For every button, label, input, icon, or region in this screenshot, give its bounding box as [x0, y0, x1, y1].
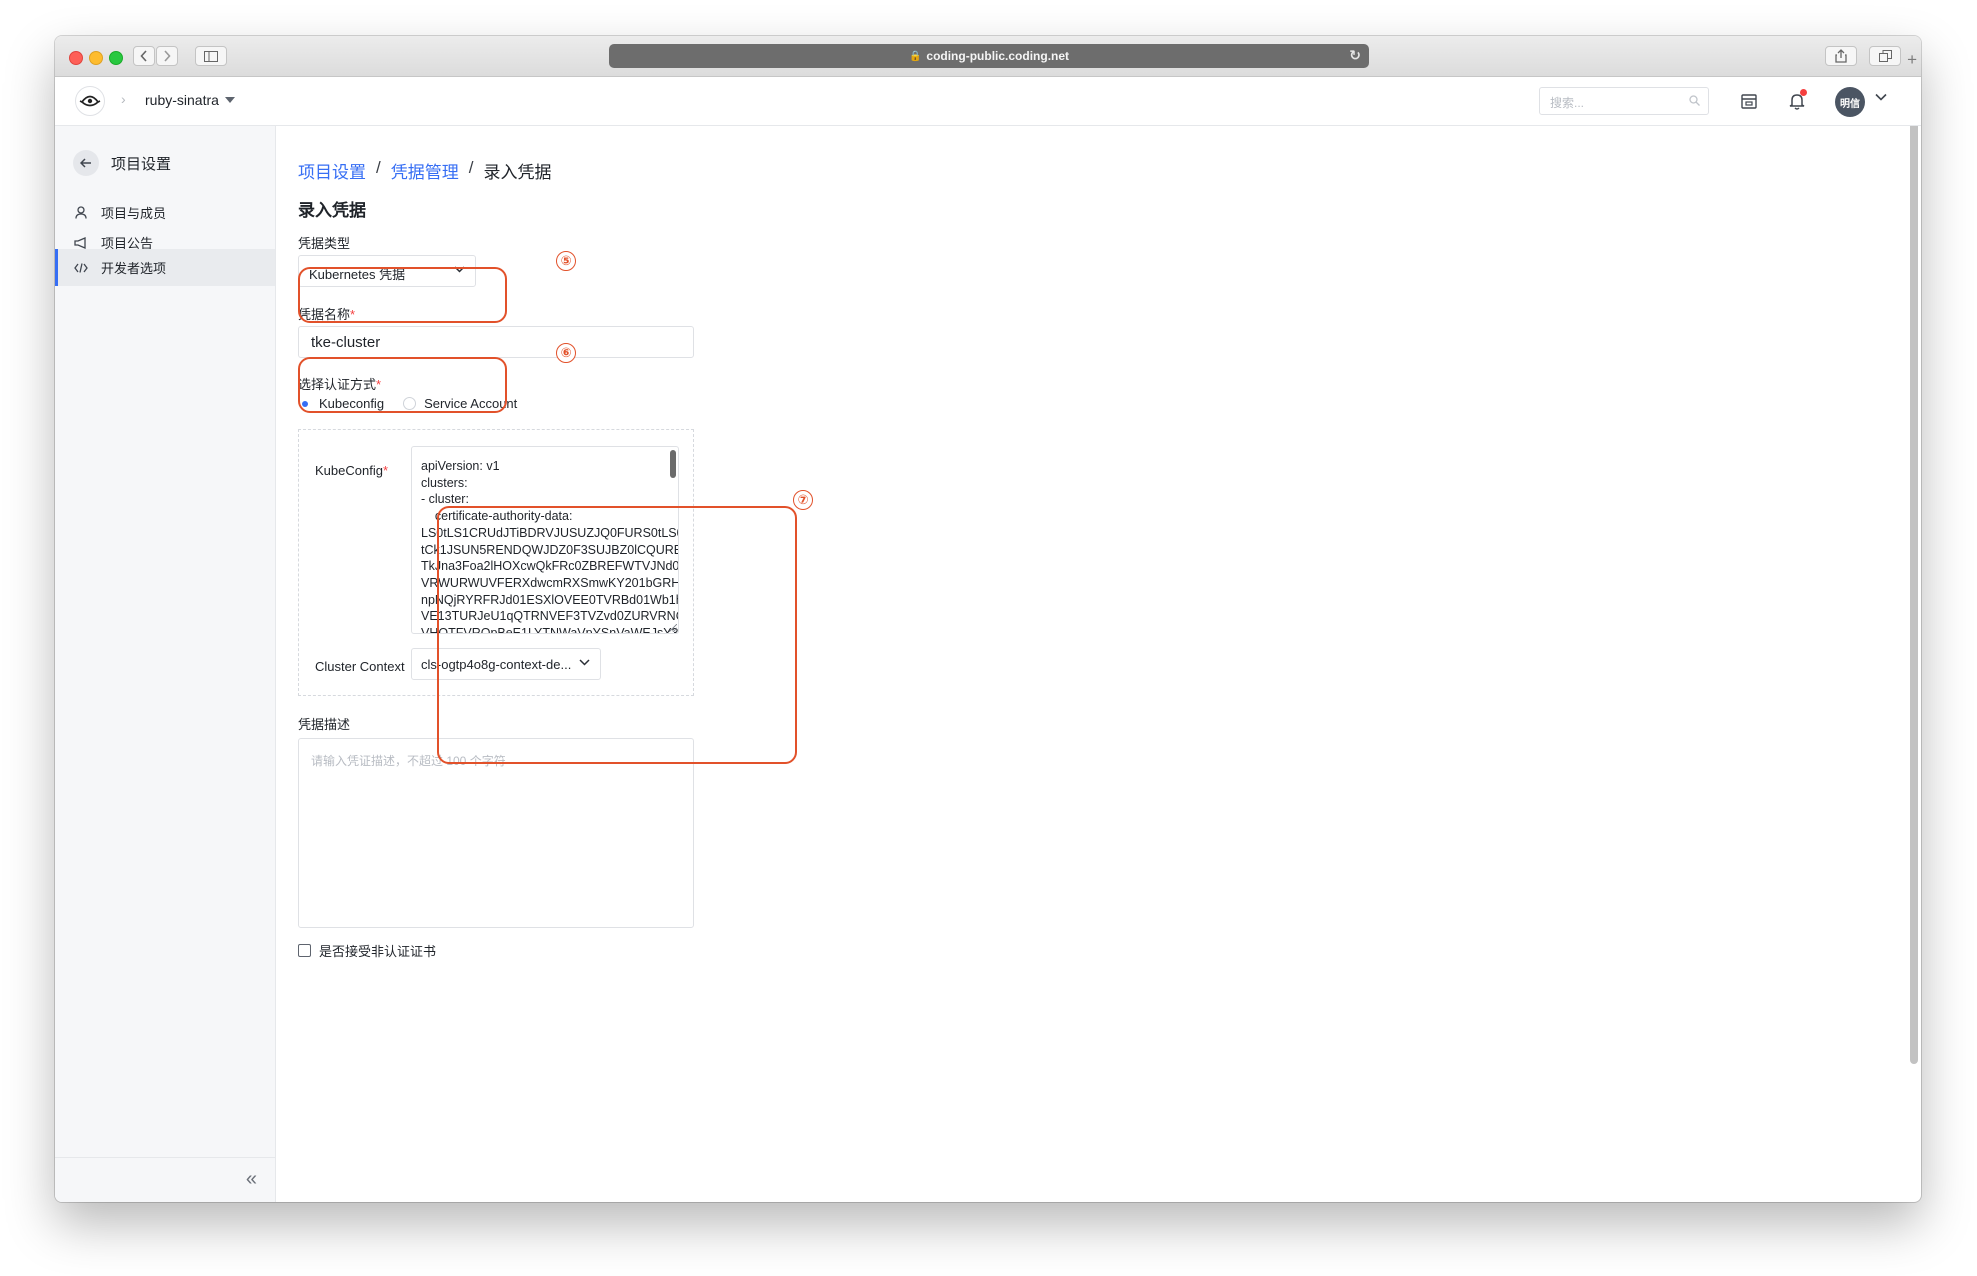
- description-textarea[interactable]: 请输入凭证描述，不超过 100 个字符: [298, 738, 694, 928]
- sidebar-title: 项目设置: [111, 155, 172, 173]
- notification-dot: [1800, 89, 1807, 96]
- annotation-box-6: [298, 357, 507, 413]
- user-icon: [73, 205, 89, 221]
- collapse-sidebar-icon[interactable]: «: [246, 1168, 257, 1191]
- sidebar-header: 项目设置: [73, 150, 171, 176]
- window-maximize-button[interactable]: [109, 51, 123, 65]
- accept-cert-row: 是否接受非认证证书: [298, 941, 436, 960]
- app-header: › ruby-sinatra 搜索... 明信: [55, 77, 1921, 126]
- accept-cert-label[interactable]: 是否接受非认证证书: [319, 941, 436, 960]
- sidebar-footer: «: [55, 1157, 275, 1202]
- address-bar-url: coding-public.coding.net: [926, 49, 1070, 63]
- credential-name-input[interactable]: tke-cluster: [298, 326, 694, 358]
- lock-icon: 🔒: [908, 50, 922, 62]
- breadcrumb-current: 录入凭据: [483, 163, 552, 182]
- browser-forward-button[interactable]: [156, 46, 178, 66]
- annotation-number-7: ⑦: [793, 490, 813, 510]
- breadcrumb-separator: /: [468, 158, 474, 177]
- project-switcher[interactable]: ruby-sinatra: [145, 92, 235, 108]
- annotation-box-7: [437, 506, 797, 764]
- annotation-box-5: [298, 267, 507, 323]
- sidebar-item-developer-options[interactable]: 开发者选项: [55, 249, 275, 286]
- tabs-overview-button[interactable]: [1869, 46, 1901, 66]
- search-icon: [1689, 95, 1700, 106]
- chevron-left-icon: [140, 50, 147, 62]
- project-name: ruby-sinatra: [145, 92, 219, 108]
- breadcrumb-project-settings[interactable]: 项目设置: [298, 158, 366, 183]
- kubeconfig-label: KubeConfig*: [315, 463, 388, 478]
- tabs-icon: [1878, 50, 1892, 62]
- settings-sidebar: 项目设置 项目与成员 项目公告 开发者选项 «: [55, 126, 276, 1202]
- code-icon: [73, 260, 89, 276]
- description-label: 凭据描述: [298, 717, 351, 732]
- window-minimize-button[interactable]: [89, 51, 103, 65]
- required-mark: *: [382, 463, 389, 478]
- breadcrumb-separator: /: [376, 158, 381, 177]
- address-bar[interactable]: 🔒 coding-public.coding.net ↻: [609, 44, 1369, 68]
- search-input[interactable]: 搜索...: [1539, 87, 1709, 115]
- browser-back-button[interactable]: [133, 46, 155, 66]
- sidebar-toggle-button[interactable]: [195, 46, 227, 66]
- window-close-button[interactable]: [69, 51, 83, 65]
- back-arrow-icon[interactable]: [73, 150, 99, 176]
- accept-cert-checkbox[interactable]: [298, 944, 311, 957]
- avatar[interactable]: 明信: [1835, 87, 1865, 117]
- browser-window: 🔒 coding-public.coding.net ↻ + › ruby-si…: [55, 36, 1921, 1202]
- new-tab-icon[interactable]: +: [1907, 50, 1917, 70]
- annotation-number-6: ⑥: [556, 343, 576, 363]
- kubeconfig-label-text: KubeConfig: [315, 463, 383, 478]
- sidebar-item-label: 开发者选项: [101, 261, 167, 276]
- credential-type-label: 凭据类型: [298, 236, 351, 251]
- browser-titlebar: 🔒 coding-public.coding.net ↻ +: [55, 36, 1921, 77]
- breadcrumb-credential-management[interactable]: 凭据管理: [391, 158, 459, 183]
- share-icon: [1835, 49, 1847, 63]
- annotation-number-5: ⑤: [556, 251, 576, 271]
- share-button[interactable]: [1825, 46, 1857, 66]
- caret-down-icon: [224, 97, 235, 103]
- notification-bell-icon[interactable]: [1787, 89, 1807, 111]
- sidebar-item-label: 项目与成员: [101, 206, 167, 221]
- breadcrumb: 项目设置 / 凭据管理 / 录入凭据: [298, 158, 551, 183]
- chevron-down-icon[interactable]: [1875, 93, 1887, 101]
- chevron-right-icon: ›: [121, 91, 126, 107]
- chevron-right-icon: [164, 50, 171, 62]
- calendar-icon[interactable]: [1739, 91, 1759, 111]
- cluster-context-label: Cluster Context: [315, 659, 405, 674]
- page-scrollbar[interactable]: [1910, 84, 1918, 1064]
- page-title: 录入凭据: [298, 201, 366, 220]
- search-placeholder: 搜索...: [1550, 96, 1585, 110]
- sidebar-icon: [204, 50, 218, 62]
- coding-logo-icon[interactable]: [75, 86, 105, 116]
- reload-icon[interactable]: ↻: [1349, 47, 1361, 64]
